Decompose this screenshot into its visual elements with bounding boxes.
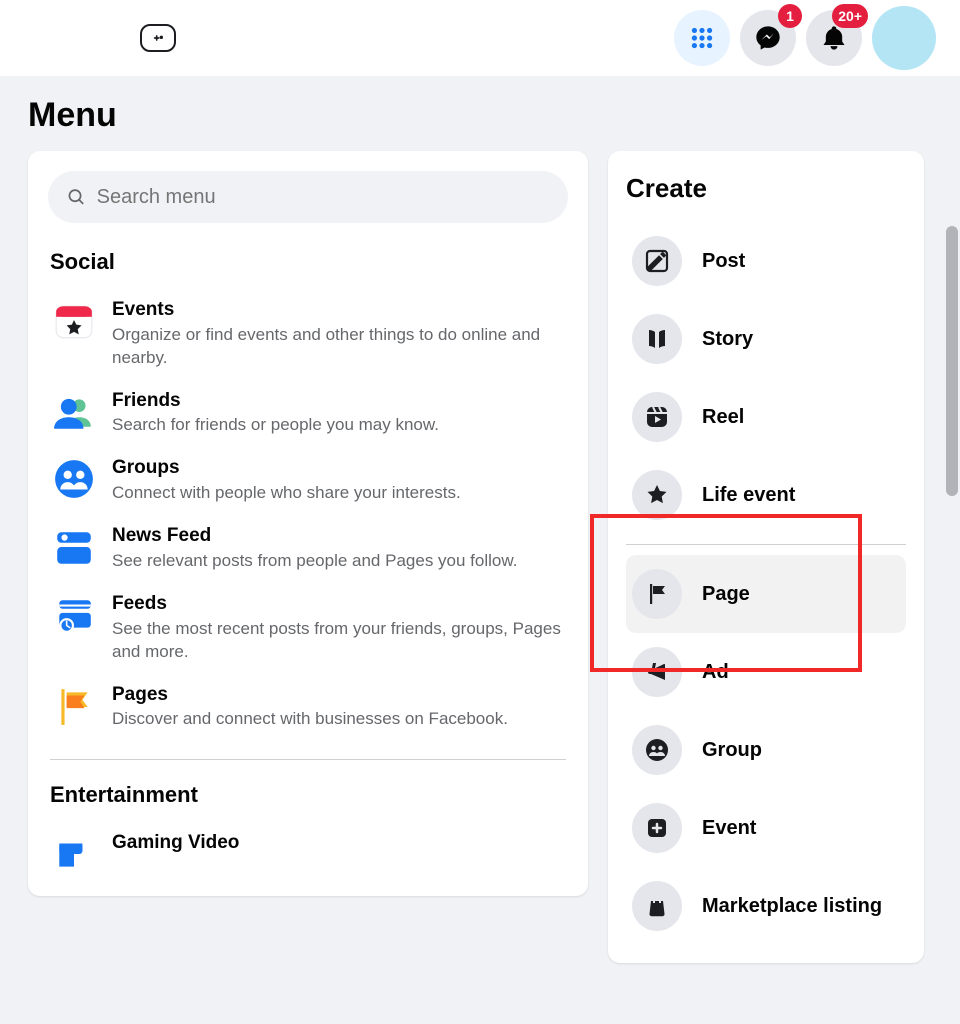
create-post[interactable]: Post (626, 222, 906, 300)
star-icon (632, 470, 682, 520)
messenger-badge: 1 (778, 4, 802, 28)
create-page[interactable]: Page (626, 555, 906, 633)
create-label: Event (702, 816, 756, 840)
menu-item-desc: Search for friends or people you may kno… (112, 414, 564, 437)
news-feed-icon (52, 525, 96, 569)
menu-item-desc: Organize or find events and other things… (112, 324, 564, 370)
menu-item-desc: Connect with people who share your inter… (112, 482, 564, 505)
feeds-icon (52, 593, 96, 637)
shopping-bag-icon (632, 881, 682, 931)
create-title: Create (626, 173, 906, 204)
menu-item-desc: See the most recent posts from your frie… (112, 618, 564, 664)
menu-item-title: News Feed (112, 525, 564, 548)
menu-item-title: Friends (112, 390, 564, 413)
page-title: Menu (28, 96, 932, 135)
book-icon (632, 314, 682, 364)
menu-grid-button[interactable] (674, 10, 730, 66)
create-story[interactable]: Story (626, 300, 906, 378)
create-label: Ad (702, 660, 729, 684)
create-divider (626, 544, 906, 545)
search-menu[interactable] (48, 171, 568, 223)
menu-item-title: Events (112, 299, 564, 322)
profile-avatar[interactable] (872, 6, 936, 70)
menu-item-title: Groups (112, 457, 564, 480)
reel-icon (632, 392, 682, 442)
menu-item-desc: See relevant posts from people and Pages… (112, 550, 564, 573)
search-input[interactable] (97, 186, 550, 209)
create-group[interactable]: Group (626, 711, 906, 789)
scrollbar[interactable] (946, 226, 958, 496)
top-right-controls: 1 20+ (674, 6, 936, 70)
edit-icon (632, 236, 682, 286)
create-label: Life event (702, 483, 795, 507)
section-heading-social: Social (50, 249, 568, 275)
menu-item-desc: Discover and connect with businesses on … (112, 708, 564, 731)
menu-card: Social EventsOrganize or find events and… (28, 151, 588, 896)
messenger-button[interactable]: 1 (740, 10, 796, 66)
groups-icon (52, 457, 96, 501)
create-label: Reel (702, 405, 744, 429)
section-heading-entertainment: Entertainment (50, 782, 568, 808)
create-label: Story (702, 327, 753, 351)
menu-item-feeds[interactable]: FeedsSee the most recent posts from your… (48, 583, 568, 674)
create-marketplace-listing[interactable]: Marketplace listing (626, 867, 906, 945)
gaming-video-icon (52, 832, 96, 876)
create-life-event[interactable]: Life event (626, 456, 906, 534)
create-label: Marketplace listing (702, 894, 882, 918)
pages-icon (52, 684, 96, 728)
friends-icon (52, 390, 96, 434)
gaming-icon[interactable] (140, 24, 176, 52)
notifications-button[interactable]: 20+ (806, 10, 862, 66)
create-card: Create Post Story Reel Life event (608, 151, 924, 963)
events-icon (52, 299, 96, 343)
top-bar: 1 20+ (0, 0, 960, 76)
menu-item-friends[interactable]: FriendsSearch for friends or people you … (48, 380, 568, 448)
menu-item-events[interactable]: EventsOrganize or find events and other … (48, 289, 568, 380)
create-label: Group (702, 738, 762, 762)
search-icon (66, 186, 87, 208)
create-ad[interactable]: Ad (626, 633, 906, 711)
menu-item-news-feed[interactable]: News FeedSee relevant posts from people … (48, 515, 568, 583)
create-label: Post (702, 249, 745, 273)
create-reel[interactable]: Reel (626, 378, 906, 456)
menu-item-title: Gaming Video (112, 832, 564, 855)
calendar-plus-icon (632, 803, 682, 853)
flag-icon (632, 569, 682, 619)
menu-item-gaming-video[interactable]: Gaming Video (48, 822, 568, 886)
create-label: Page (702, 582, 750, 606)
menu-item-pages[interactable]: PagesDiscover and connect with businesse… (48, 674, 568, 742)
menu-item-title: Feeds (112, 593, 564, 616)
create-event[interactable]: Event (626, 789, 906, 867)
menu-item-title: Pages (112, 684, 564, 707)
notifications-badge: 20+ (832, 4, 868, 28)
section-divider (50, 759, 566, 760)
megaphone-icon (632, 647, 682, 697)
group-icon (632, 725, 682, 775)
menu-page: Menu Social EventsOrganize or find event… (0, 76, 960, 1024)
menu-item-groups[interactable]: GroupsConnect with people who share your… (48, 447, 568, 515)
